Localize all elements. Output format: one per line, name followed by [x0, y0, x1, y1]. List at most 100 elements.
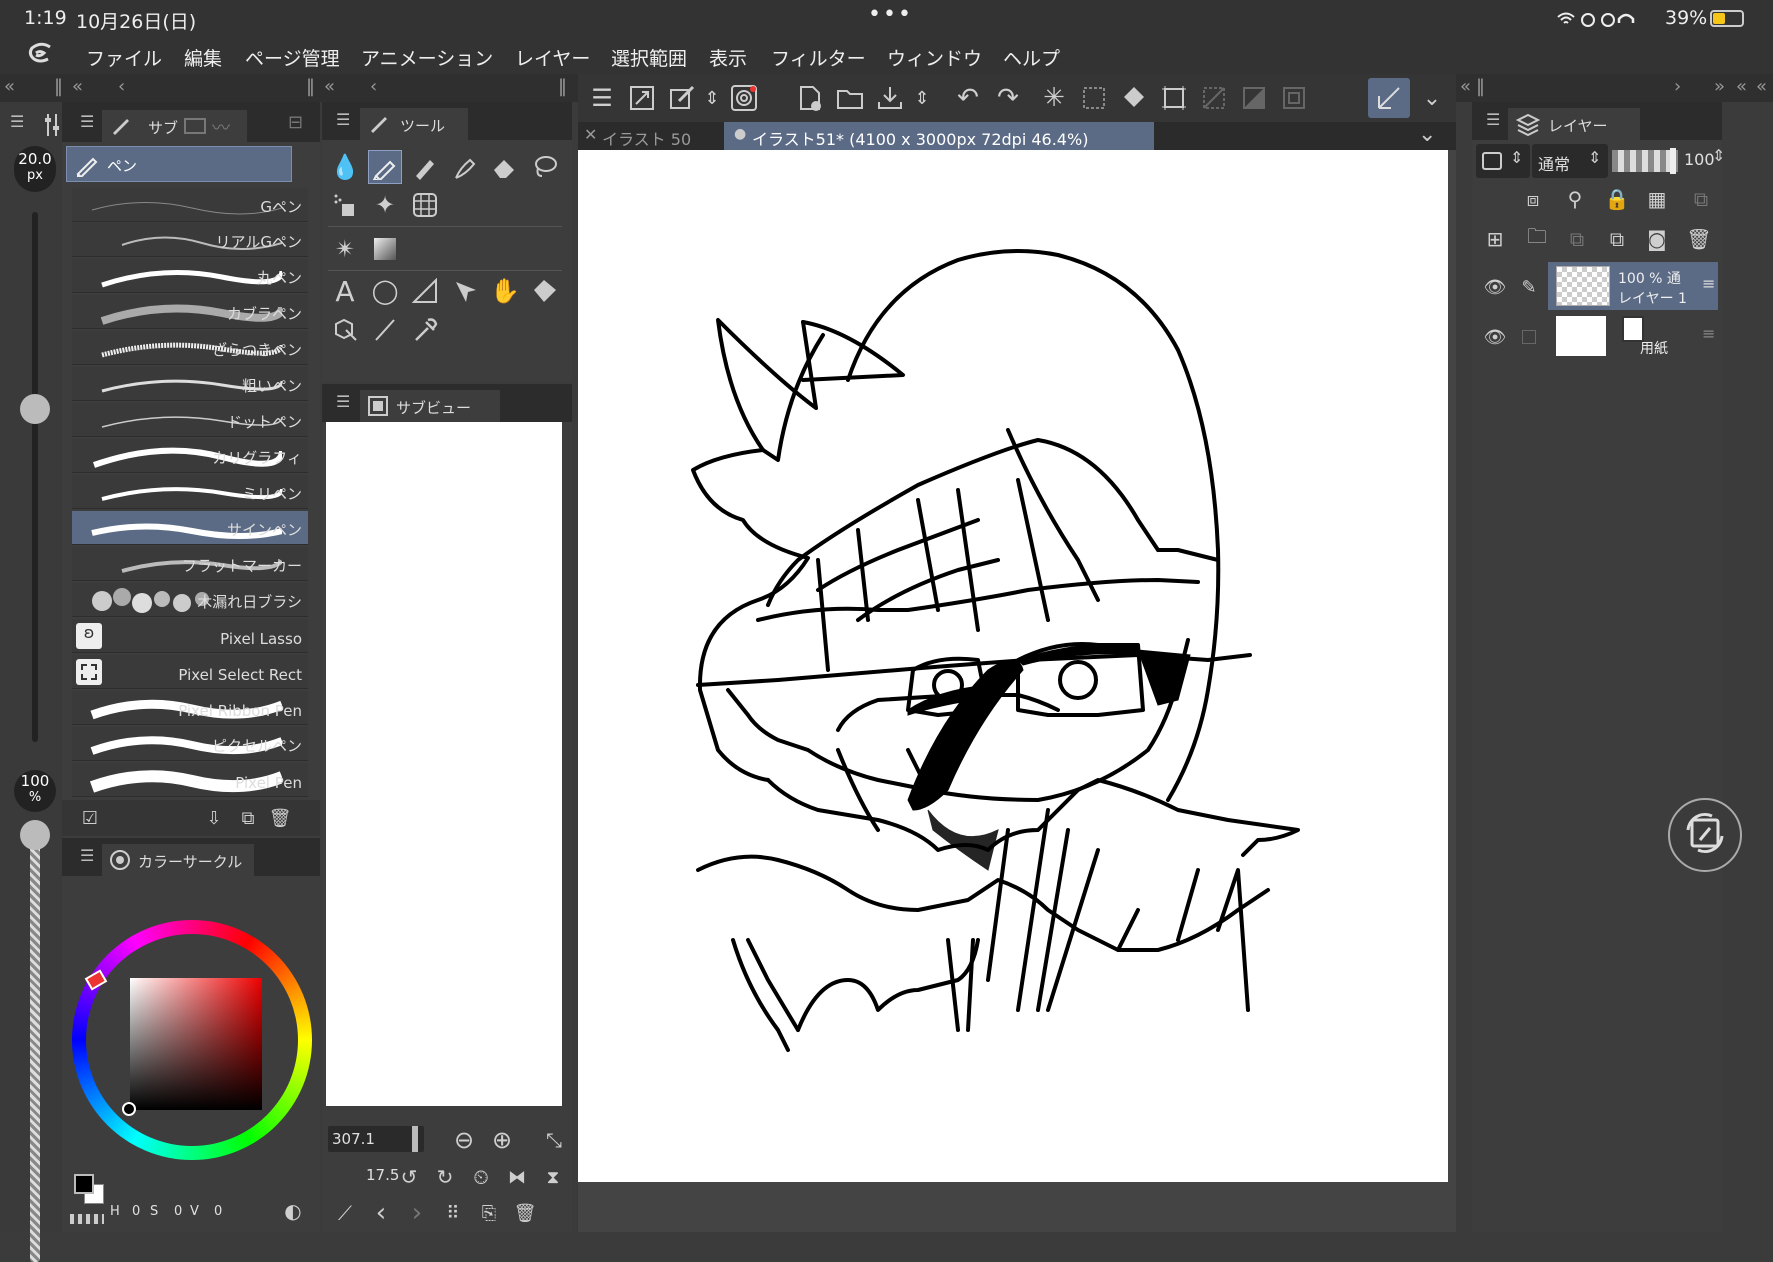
- collapse-all-icon[interactable]: »: [1714, 76, 1725, 97]
- fill-bucket-icon[interactable]: [1118, 82, 1150, 114]
- brush-item[interactable]: リアルGペン: [72, 223, 308, 257]
- tab-icon-ruler[interactable]: ⊟: [288, 112, 303, 133]
- mask-disabled-icon[interactable]: ⧉: [1684, 184, 1718, 214]
- reference-layer-icon[interactable]: ⚲: [1560, 184, 1590, 214]
- balloon-tool-icon[interactable]: ◯: [368, 274, 402, 308]
- fill-tool-icon[interactable]: [528, 274, 562, 308]
- subview-preview[interactable]: [326, 422, 562, 1106]
- resize-canvas-icon[interactable]: [626, 82, 658, 114]
- menu-help[interactable]: ヘルプ: [1003, 44, 1060, 71]
- pencil-tool-icon[interactable]: [408, 150, 442, 184]
- eye-icon[interactable]: 👁: [1482, 274, 1508, 300]
- quick-access-pen-icon[interactable]: [1368, 78, 1410, 118]
- fit-to-screen-icon[interactable]: ⤡: [540, 1126, 568, 1154]
- layer-mask-icon[interactable]: ◙: [1642, 224, 1672, 254]
- new-folder-icon[interactable]: 🗀: [1522, 224, 1552, 254]
- saturation-value-square[interactable]: [130, 978, 262, 1110]
- redo-icon[interactable]: ↷: [992, 82, 1024, 114]
- flip-vertical-icon[interactable]: ⧗: [540, 1164, 566, 1190]
- menu-file[interactable]: ファイル: [86, 44, 162, 71]
- hamburger-menu-icon[interactable]: ☰: [586, 82, 618, 114]
- expand-selection-icon[interactable]: [1278, 82, 1310, 114]
- brush-item[interactable]: 粗いペン: [72, 367, 308, 401]
- opacity-stepper-icon[interactable]: ⇕: [1712, 146, 1725, 165]
- tab-icon-film[interactable]: [184, 118, 206, 134]
- layer-row-body[interactable]: 100 % 通 レイヤー 1 ≡: [1548, 262, 1718, 310]
- import-subtool-icon[interactable]: ⇩: [202, 806, 226, 830]
- subtool-settings-icon[interactable]: ☑: [78, 806, 102, 830]
- grid-icon[interactable]: ⠿: [440, 1200, 466, 1226]
- clip-layer-icon[interactable]: ⧈: [1518, 184, 1548, 214]
- frame-border-icon[interactable]: [408, 274, 442, 308]
- import-image-icon[interactable]: ⎘: [476, 1200, 502, 1226]
- collapse-left-icon-3[interactable]: «: [324, 76, 335, 97]
- panel-grip-icon[interactable]: ‖: [54, 76, 63, 97]
- app-logo-icon[interactable]: [26, 41, 56, 67]
- collapse-all-icon-3[interactable]: «: [1756, 76, 1767, 97]
- brush-item[interactable]: ʚ Pixel Lasso: [72, 619, 308, 653]
- opacity-slider[interactable]: [30, 842, 40, 1262]
- panel-menu-icon[interactable]: ☰: [10, 112, 24, 131]
- brush-item[interactable]: 丸ペン: [72, 259, 308, 293]
- layer-menu-icon[interactable]: ≡: [1702, 274, 1715, 293]
- expand-updown-icon[interactable]: ⇕: [702, 82, 722, 114]
- brush-item[interactable]: ピクセルペン: [72, 727, 308, 761]
- line-tool-icon[interactable]: [368, 312, 402, 346]
- rotate-left-icon[interactable]: ↺: [396, 1164, 422, 1190]
- brush-item[interactable]: フラットマーカー: [72, 547, 308, 581]
- flip-horizontal-icon[interactable]: ⧓: [504, 1164, 530, 1190]
- open-folder-icon[interactable]: [834, 82, 866, 114]
- menu-edit[interactable]: 編集: [184, 44, 222, 71]
- opacity-slider-thumb[interactable]: [20, 820, 50, 850]
- mesh-transform-icon[interactable]: [408, 188, 442, 222]
- menu-layer[interactable]: レイヤー: [515, 44, 590, 71]
- tabs-dropdown-icon[interactable]: ⌄: [1418, 122, 1436, 147]
- panel-grip-icon-3[interactable]: ‖: [558, 76, 567, 97]
- brush-size-slider[interactable]: [32, 212, 38, 742]
- tab-icon-wave[interactable]: 〰: [212, 114, 230, 140]
- brush-item[interactable]: ざらつきペン: [72, 331, 308, 365]
- menu-selection[interactable]: 選択範囲: [611, 44, 687, 71]
- brush-item[interactable]: ミリペン: [72, 475, 308, 509]
- layer-menu-icon[interactable]: ≡: [1702, 324, 1715, 343]
- slider-settings-icon[interactable]: [44, 112, 62, 138]
- menu-window[interactable]: ウィンドウ: [887, 44, 982, 71]
- brush-item-selected[interactable]: サインペン: [72, 511, 308, 545]
- panel-menu-icon-4[interactable]: ☰: [336, 110, 350, 129]
- brush-item[interactable]: Pixel Pen: [72, 763, 308, 797]
- tab-color-circle[interactable]: カラーサークル: [102, 844, 254, 876]
- blend-mode-select[interactable]: 通常 ⇕: [1532, 144, 1608, 178]
- collapse-all-icon-2[interactable]: «: [1736, 76, 1747, 97]
- menu-filter[interactable]: フィルター: [771, 44, 866, 71]
- brush-item[interactable]: カブラペン: [72, 295, 308, 329]
- sv-marker[interactable]: [122, 1102, 136, 1116]
- layer-row[interactable]: 👁 用紙 ≡: [1474, 312, 1718, 360]
- tab-layer[interactable]: レイヤー: [1508, 108, 1640, 140]
- color-mode-icon[interactable]: ◐: [280, 1198, 306, 1224]
- transfer-down-icon[interactable]: ⧉: [1562, 224, 1592, 254]
- canvas-tab-active[interactable]: ● イラスト51* (4100 x 3000px 72dpi 46.4%): [724, 122, 1154, 150]
- brush-item[interactable]: Gペン: [72, 188, 308, 222]
- select-all-icon[interactable]: [1078, 82, 1110, 114]
- chevron-down-icon[interactable]: ⌄: [1416, 82, 1448, 114]
- spiral-settings-icon[interactable]: [728, 82, 760, 114]
- tab-tool[interactable]: ツール: [360, 108, 468, 140]
- tab-subtool[interactable]: サブ 〰: [102, 110, 247, 142]
- invert-selection-icon[interactable]: [1238, 82, 1270, 114]
- brush-item[interactable]: Pixel Ribbon Pen: [72, 691, 308, 725]
- canvas-tab-inactive[interactable]: ✕ イラスト 50: [578, 122, 724, 150]
- new-raster-layer-icon[interactable]: ⊞: [1480, 224, 1510, 254]
- zoom-in-icon[interactable]: ⊕: [488, 1126, 516, 1154]
- brush-item[interactable]: 木漏れ日ブラシ: [72, 583, 308, 617]
- eyedropper-icon[interactable]: ⟋: [332, 1200, 358, 1226]
- brush-size-slider-thumb[interactable]: [20, 394, 50, 424]
- layer-row-selected[interactable]: 👁 ✎ 100 % 通 レイヤー 1 ≡: [1474, 262, 1718, 310]
- panel-grip-icon-2[interactable]: ‖: [306, 76, 315, 97]
- subtool-group-header[interactable]: ペン: [66, 146, 292, 182]
- canvas-rotate-button[interactable]: [1668, 798, 1742, 872]
- brush-item[interactable]: カリグラフィ: [72, 439, 308, 473]
- brush-tool-icon[interactable]: [448, 150, 482, 184]
- panel-menu-icon-2[interactable]: ☰: [80, 112, 94, 131]
- panel-grip-icon-4[interactable]: ‖: [1476, 76, 1485, 97]
- layer-color-mode-select[interactable]: ⇕: [1476, 144, 1530, 178]
